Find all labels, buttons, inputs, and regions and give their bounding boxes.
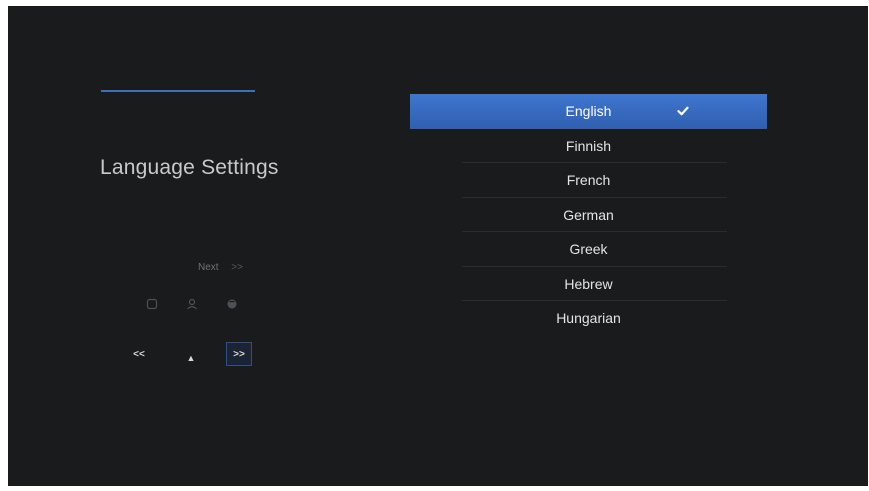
language-label: Greek (569, 241, 608, 258)
remote-key-icon (146, 298, 158, 310)
language-label: Finnish (565, 137, 612, 154)
remote-control-hints (138, 298, 248, 314)
language-option-french[interactable]: French (410, 163, 767, 198)
up-arrow-icon[interactable]: ▲ (178, 346, 204, 370)
language-option-hebrew[interactable]: Hebrew (410, 267, 767, 302)
setup-screen: Language Settings Next >> << ▲ >> Englis… (8, 6, 868, 486)
wizard-navigation: << ▲ >> (126, 342, 266, 370)
next-button[interactable]: >> (226, 342, 252, 366)
language-option-german[interactable]: German (410, 198, 767, 233)
language-label: English (565, 103, 612, 120)
remote-home-icon (227, 299, 237, 309)
next-hint-chevron-icon: >> (231, 262, 244, 273)
language-label: French (566, 172, 611, 189)
language-option-english[interactable]: English (410, 94, 767, 129)
language-list: English Finnish French German Greek Hebr… (410, 94, 767, 336)
language-option-greek[interactable]: Greek (410, 232, 767, 267)
language-option-finnish[interactable]: Finnish (410, 129, 767, 164)
language-label: Hebrew (564, 275, 613, 292)
next-hint: Next >> (198, 262, 243, 273)
setup-progress-fill (101, 90, 255, 92)
previous-button[interactable]: << (126, 342, 152, 366)
remote-person-icon (187, 298, 197, 310)
next-hint-label: Next (198, 262, 219, 273)
setup-progress-bar (101, 90, 255, 92)
language-option-hungarian[interactable]: Hungarian (410, 301, 767, 336)
language-label: Hungarian (556, 310, 621, 327)
language-label: German (563, 206, 614, 223)
page-title: Language Settings (100, 156, 279, 179)
checkmark-icon (677, 106, 689, 116)
